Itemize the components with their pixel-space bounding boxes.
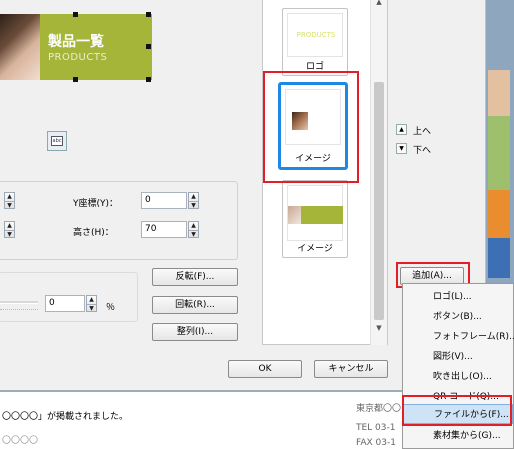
- menu-item-photo-frame[interactable]: フォトフレーム(R)...: [403, 327, 514, 347]
- image-properties-icon[interactable]: abc: [47, 131, 67, 151]
- position-group: [0, 181, 238, 260]
- menu-item-logo[interactable]: ロゴ(L)...: [403, 287, 513, 307]
- highlight-selected-layer: [263, 71, 359, 183]
- y-spinner[interactable]: ▲ ▼: [188, 192, 199, 209]
- logo-preview-text: PRODUCTS: [296, 31, 336, 39]
- image-icon: abc: [51, 136, 63, 146]
- move-up-label: 上へ: [413, 127, 432, 137]
- scrollbar-thumb[interactable]: [374, 82, 384, 320]
- align-button[interactable]: 整列(I)...: [152, 323, 238, 341]
- logo-preview: PRODUCTS: [287, 13, 343, 57]
- move-down-icon[interactable]: ▼: [396, 143, 407, 154]
- resize-handle[interactable]: [146, 77, 151, 82]
- menu-item-speech-bubble[interactable]: 吹き出し(O)...: [403, 367, 513, 387]
- highlight-from-file: [402, 395, 512, 426]
- resize-handle[interactable]: [73, 77, 78, 82]
- menu-item-shape[interactable]: 図形(V)...: [403, 347, 513, 367]
- move-up-icon[interactable]: ▲: [396, 124, 407, 135]
- resize-handle[interactable]: [73, 12, 78, 17]
- address-text: 東京都〇〇: [356, 404, 402, 414]
- slider-ticks: [0, 309, 38, 311]
- tel-text: TEL 03-1: [356, 423, 396, 433]
- banner-subtitle: PRODUCTS: [48, 52, 108, 63]
- photo-thumb: [288, 206, 301, 224]
- resize-handle[interactable]: [146, 12, 151, 17]
- background-thumbnail: [488, 116, 510, 190]
- scroll-down-icon[interactable]: ▼: [374, 324, 384, 332]
- background-thumbnail: [488, 238, 510, 278]
- banner-thumb: [301, 206, 343, 224]
- move-down-label: 下へ: [413, 146, 432, 156]
- opacity-spinner[interactable]: ▲ ▼: [86, 295, 97, 312]
- width-spinner[interactable]: ▲ ▼: [4, 221, 15, 238]
- height-spinner[interactable]: ▲ ▼: [188, 221, 199, 238]
- background-thumbnail: [488, 190, 510, 238]
- banner-title: 製品一覧: [48, 34, 104, 50]
- scroll-up-icon[interactable]: ▲: [374, 0, 384, 6]
- x-spinner[interactable]: ▲ ▼: [4, 192, 15, 209]
- banner-photo: [0, 14, 40, 80]
- opacity-slider[interactable]: [0, 301, 38, 304]
- menu-item-button[interactable]: ボタン(B)...: [403, 307, 513, 327]
- height-input[interactable]: 70: [141, 221, 187, 238]
- height-label: 高さ(H)：: [73, 228, 114, 238]
- layer-thumbnail-image[interactable]: イメージ: [282, 180, 348, 258]
- y-label: Y座標(Y)：: [73, 199, 119, 209]
- fax-text: FAX 03-1: [356, 438, 396, 448]
- image-preview: [287, 185, 343, 241]
- opacity-input[interactable]: 0: [45, 295, 85, 312]
- flip-button[interactable]: 反転(F)...: [152, 268, 238, 286]
- percent-unit: ％: [106, 303, 116, 313]
- background-thumbnail: [488, 70, 510, 116]
- rotate-button[interactable]: 回転(R)...: [152, 296, 238, 314]
- ok-button[interactable]: OK: [228, 360, 302, 378]
- notice-text: 〇〇〇〇: [2, 436, 39, 446]
- menu-item-from-library[interactable]: 素材集から(G)...: [403, 426, 513, 446]
- thumbnail-scrollbar[interactable]: ▲ ▼: [370, 0, 387, 345]
- resize-handle[interactable]: [146, 44, 151, 49]
- banner-preview[interactable]: 製品一覧 PRODUCTS: [0, 14, 152, 80]
- layer-caption: イメージ: [297, 244, 333, 254]
- notice-text: 〇〇〇〇」が掲載されました。: [2, 412, 129, 422]
- cancel-button[interactable]: キャンセル: [314, 360, 388, 378]
- y-input[interactable]: 0: [141, 192, 187, 209]
- layer-thumbnail-logo[interactable]: PRODUCTS ロゴ: [282, 8, 348, 76]
